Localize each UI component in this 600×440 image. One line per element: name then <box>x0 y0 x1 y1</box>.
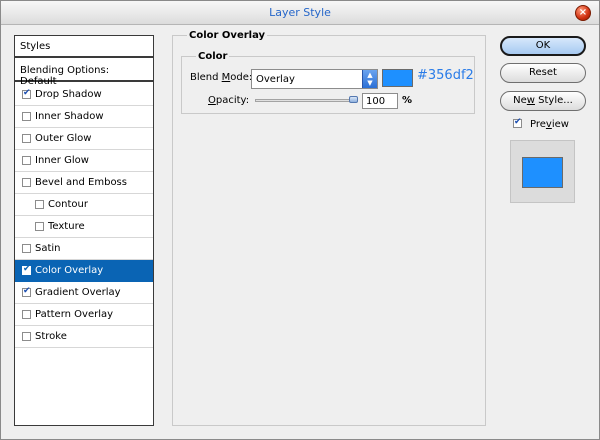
window-title: Layer Style <box>269 6 331 19</box>
style-item-label: Inner Glow <box>35 155 89 166</box>
style-item-label: Outer Glow <box>35 133 92 144</box>
style-item-label: Drop Shadow <box>35 89 102 100</box>
style-item[interactable]: Satin <box>15 238 153 260</box>
style-item-label: Pattern Overlay <box>35 309 114 320</box>
style-item[interactable]: Texture <box>15 216 153 238</box>
style-item[interactable]: Contour <box>15 194 153 216</box>
opacity-slider-track[interactable] <box>255 99 356 102</box>
subgroup-title: Color <box>196 51 230 62</box>
style-item-label: Contour <box>48 199 88 210</box>
preview-thumbnail <box>510 140 575 203</box>
opacity-input[interactable]: 100 <box>362 93 398 109</box>
style-checkbox[interactable] <box>22 332 31 341</box>
group-title: Color Overlay <box>187 30 268 41</box>
blend-mode-value: Overlay <box>256 74 295 85</box>
color-swatch[interactable] <box>382 69 413 87</box>
style-item[interactable]: Bevel and Emboss <box>15 172 153 194</box>
style-item-label: Texture <box>48 221 85 232</box>
blending-options-item[interactable]: Blending Options: Default <box>15 60 153 87</box>
select-arrows-icon: ▲ ▼ <box>362 70 377 88</box>
color-hex-value: #356df2 <box>417 68 474 83</box>
preview-label: Preview <box>530 119 569 130</box>
style-checkbox[interactable] <box>22 112 31 121</box>
opacity-unit: % <box>402 95 413 106</box>
style-checkbox[interactable] <box>22 134 31 143</box>
style-checkbox[interactable] <box>22 156 31 165</box>
style-checkbox[interactable] <box>22 244 31 253</box>
style-checkbox[interactable] <box>35 200 44 209</box>
layer-style-dialog: Layer Style × Styles Blending Options: D… <box>0 0 600 440</box>
style-checkbox[interactable] <box>22 264 31 275</box>
style-item[interactable]: Outer Glow <box>15 128 153 150</box>
style-item[interactable]: Inner Glow <box>15 150 153 172</box>
title-bar: Layer Style × <box>1 1 599 25</box>
style-checkbox[interactable] <box>22 286 31 297</box>
reset-button[interactable]: Reset <box>500 63 586 83</box>
ok-button[interactable]: OK <box>500 36 586 56</box>
new-style-button[interactable]: New Style... <box>500 91 586 111</box>
style-checkbox[interactable] <box>22 178 31 187</box>
styles-list: Styles Blending Options: Default Drop Sh… <box>14 35 154 426</box>
style-item[interactable]: Gradient Overlay <box>15 282 153 304</box>
style-item-label: Color Overlay <box>35 265 104 276</box>
styles-header[interactable]: Styles <box>15 36 153 58</box>
style-item[interactable]: Drop Shadow <box>15 84 153 106</box>
style-checkbox[interactable] <box>35 222 44 231</box>
style-item-label: Stroke <box>35 331 67 342</box>
preview-swatch <box>522 157 563 188</box>
style-item-label: Gradient Overlay <box>35 287 121 298</box>
opacity-label: Opacity: <box>208 95 250 106</box>
style-item[interactable]: Inner Shadow <box>15 106 153 128</box>
preview-checkbox[interactable] <box>513 117 522 128</box>
style-item-label: Satin <box>35 243 61 254</box>
close-icon[interactable]: × <box>575 5 591 21</box>
style-item-label: Bevel and Emboss <box>35 177 127 188</box>
opacity-slider-thumb[interactable] <box>349 96 358 103</box>
style-checkbox[interactable] <box>22 88 31 99</box>
style-item[interactable]: Color Overlay <box>15 260 153 282</box>
blend-mode-label: Blend Mode: <box>190 72 253 83</box>
style-item[interactable]: Pattern Overlay <box>15 304 153 326</box>
blend-mode-select[interactable]: Overlay ▲ ▼ <box>251 69 378 89</box>
style-item-label: Inner Shadow <box>35 111 104 122</box>
style-checkbox[interactable] <box>22 310 31 319</box>
style-item[interactable]: Stroke <box>15 326 153 348</box>
